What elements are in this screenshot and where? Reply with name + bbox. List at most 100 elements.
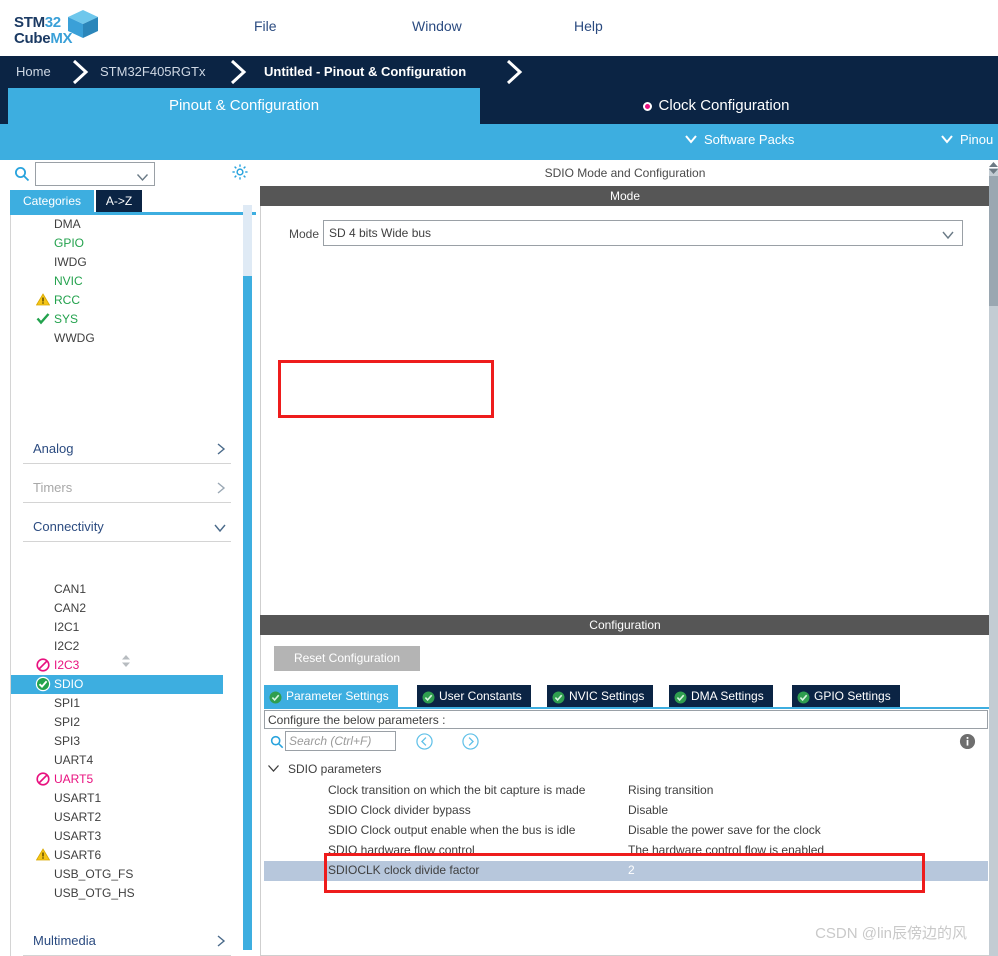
tab-categories[interactable]: Categories xyxy=(10,190,94,212)
sidebar-group-multimedia[interactable]: Multimedia xyxy=(23,928,231,956)
peripheral-can2[interactable]: CAN2 xyxy=(11,599,223,618)
tab-gpio-settings[interactable]: GPIO Settings xyxy=(792,685,900,707)
software-packs-menu[interactable]: Software Packs xyxy=(684,132,794,147)
software-packs-label: Software Packs xyxy=(704,132,795,147)
sdio-parameters-group-toggle[interactable]: SDIO parameters xyxy=(267,762,381,776)
tab-parameter-settings-label: Parameter Settings xyxy=(286,689,389,703)
mode-field-label: Mode xyxy=(289,227,320,241)
tab-parameter-settings[interactable]: Parameter Settings xyxy=(264,685,398,707)
tab-user-constants[interactable]: User Constants xyxy=(417,685,531,707)
peripheral-usart2-label: USART2 xyxy=(54,810,102,824)
tab-nvic-settings[interactable]: NVIC Settings xyxy=(547,685,654,707)
main-tab-strip: Pinout & Configuration Clock Configurati… xyxy=(0,88,998,124)
chevron-down-icon-6 xyxy=(267,762,280,776)
peripheral-usb-otg-hs-label: USB_OTG_HS xyxy=(54,886,135,900)
peripheral-wwdg-label: WWDG xyxy=(54,331,95,345)
breadcrumb-chevron-2-icon xyxy=(224,56,254,88)
peripheral-gpio[interactable]: GPIO xyxy=(11,234,223,253)
main-scrollbar-thumb[interactable] xyxy=(989,176,998,306)
peripheral-i2c2[interactable]: I2C2 xyxy=(11,637,223,656)
settings-gear-icon[interactable] xyxy=(231,163,249,184)
sidebar-group-multimedia-label: Multimedia xyxy=(33,933,96,948)
sidebar-view-tabs: Categories A->Z xyxy=(0,190,256,212)
tab-dma-settings[interactable]: DMA Settings xyxy=(669,685,773,707)
chevron-down-icon-5 xyxy=(941,229,955,243)
breadcrumb: Home STM32F405RGTx Untitled - Pinout & C… xyxy=(0,56,998,88)
peripheral-usart6-label: USART6 xyxy=(54,848,102,862)
breadcrumb-chevron-3-icon xyxy=(500,56,530,88)
list-resize-handle[interactable] xyxy=(118,654,134,671)
peripheral-rcc[interactable]: RCC xyxy=(11,291,223,310)
chevron-right-icon xyxy=(215,442,227,459)
search-next-button[interactable] xyxy=(462,733,479,753)
sidebar-group-timers[interactable]: Timers xyxy=(23,475,231,503)
peripheral-uart4[interactable]: UART4 xyxy=(11,751,223,770)
parameter-search-input[interactable]: Search (Ctrl+F) xyxy=(285,731,396,751)
sidebar-group-connectivity[interactable]: Connectivity xyxy=(23,514,231,542)
tab-a-to-z[interactable]: A->Z xyxy=(96,190,142,212)
peripheral-iwdg[interactable]: IWDG xyxy=(11,253,223,272)
mode-select-value: SD 4 bits Wide bus xyxy=(329,226,432,240)
peripheral-usart3[interactable]: USART3 xyxy=(11,827,223,846)
parameter-key: SDIO Clock divider bypass xyxy=(328,803,471,817)
parameter-value: Disable xyxy=(628,803,669,817)
mode-select[interactable]: SD 4 bits Wide bus xyxy=(323,220,963,246)
peripheral-usb-otg-fs[interactable]: USB_OTG_FS xyxy=(11,865,223,884)
peripheral-sys[interactable]: SYS xyxy=(11,310,223,329)
peripheral-spi2[interactable]: SPI2 xyxy=(11,713,223,732)
watermark: CSDN @lin辰傍边的风 xyxy=(815,925,967,942)
table-row[interactable]: Clock transition on which the bit captur… xyxy=(264,781,988,801)
peripheral-nvic[interactable]: NVIC xyxy=(11,272,223,291)
tab-clock-configuration[interactable]: Clock Configuration xyxy=(482,88,950,124)
panel-title: SDIO Mode and Configuration xyxy=(260,160,990,186)
peripheral-spi1[interactable]: SPI1 xyxy=(11,694,223,713)
parameter-key: SDIOCLK clock divide factor xyxy=(328,863,480,877)
tab-pinout-configuration[interactable]: Pinout & Configuration xyxy=(8,88,480,124)
peripheral-usart6[interactable]: USART6 xyxy=(11,846,223,865)
sidebar-group-analog-label: Analog xyxy=(33,441,74,456)
table-row-selected[interactable]: SDIOCLK clock divide factor 2 xyxy=(264,861,988,881)
table-row[interactable]: SDIO hardware flow control The hardware … xyxy=(264,841,988,861)
peripheral-sys-label: SYS xyxy=(54,312,79,326)
table-row[interactable]: SDIO Clock divider bypass Disable xyxy=(264,801,988,821)
configuration-section-header: Configuration xyxy=(260,615,990,635)
sidebar-scrollbar-thumb[interactable] xyxy=(243,276,252,950)
pinout-view-menu[interactable]: Pinou xyxy=(940,132,993,147)
breadcrumb-project[interactable]: Untitled - Pinout & Configuration xyxy=(264,64,466,79)
peripheral-uart5[interactable]: UART5 xyxy=(11,770,223,789)
peripheral-usart1[interactable]: USART1 xyxy=(11,789,223,808)
peripheral-gpio-label: GPIO xyxy=(54,236,85,250)
peripheral-spi3[interactable]: SPI3 xyxy=(11,732,223,751)
table-row[interactable]: SDIO Clock output enable when the bus is… xyxy=(264,821,988,841)
tab-overflow[interactable] xyxy=(952,88,998,124)
peripheral-usb-otg-hs[interactable]: USB_OTG_HS xyxy=(11,884,223,903)
peripheral-can1[interactable]: CAN1 xyxy=(11,580,223,599)
breadcrumb-home[interactable]: Home xyxy=(16,64,51,79)
scroll-up-arrow-icon[interactable] xyxy=(988,160,998,179)
info-icon[interactable] xyxy=(959,733,976,753)
sidebar-scrollbar-track-upper[interactable] xyxy=(243,205,252,276)
peripheral-i2c3[interactable]: I2C3 xyxy=(11,656,223,675)
peripheral-i2c1[interactable]: I2C1 xyxy=(11,618,223,637)
sidebar-group-analog[interactable]: Analog xyxy=(23,436,231,464)
peripheral-sdio[interactable]: SDIO xyxy=(11,675,223,694)
sidebar-search-combo[interactable] xyxy=(35,162,155,186)
peripheral-dma[interactable]: DMA xyxy=(11,215,223,234)
peripheral-usart2[interactable]: USART2 xyxy=(11,808,223,827)
parameter-value: 2 xyxy=(628,863,635,877)
peripheral-usart1-label: USART1 xyxy=(54,791,102,805)
peripheral-spi1-label: SPI1 xyxy=(54,696,81,710)
chevron-right-icon-2 xyxy=(215,481,227,498)
peripheral-usb-otg-fs-label: USB_OTG_FS xyxy=(54,867,134,881)
chevron-down-icon-4 xyxy=(213,522,227,536)
menu-help[interactable]: Help xyxy=(574,18,603,34)
peripheral-wwdg[interactable]: WWDG xyxy=(11,329,223,348)
search-previous-button[interactable] xyxy=(416,733,433,753)
peripheral-nvic-label: NVIC xyxy=(54,274,83,288)
reset-configuration-button[interactable]: Reset Configuration xyxy=(274,646,420,671)
mode-section-header: Mode xyxy=(260,186,990,206)
breadcrumb-mcu[interactable]: STM32F405RGTx xyxy=(100,64,205,79)
tab-clock-label: Clock Configuration xyxy=(658,97,790,114)
menu-window[interactable]: Window xyxy=(412,18,462,34)
menu-file[interactable]: File xyxy=(254,18,277,34)
